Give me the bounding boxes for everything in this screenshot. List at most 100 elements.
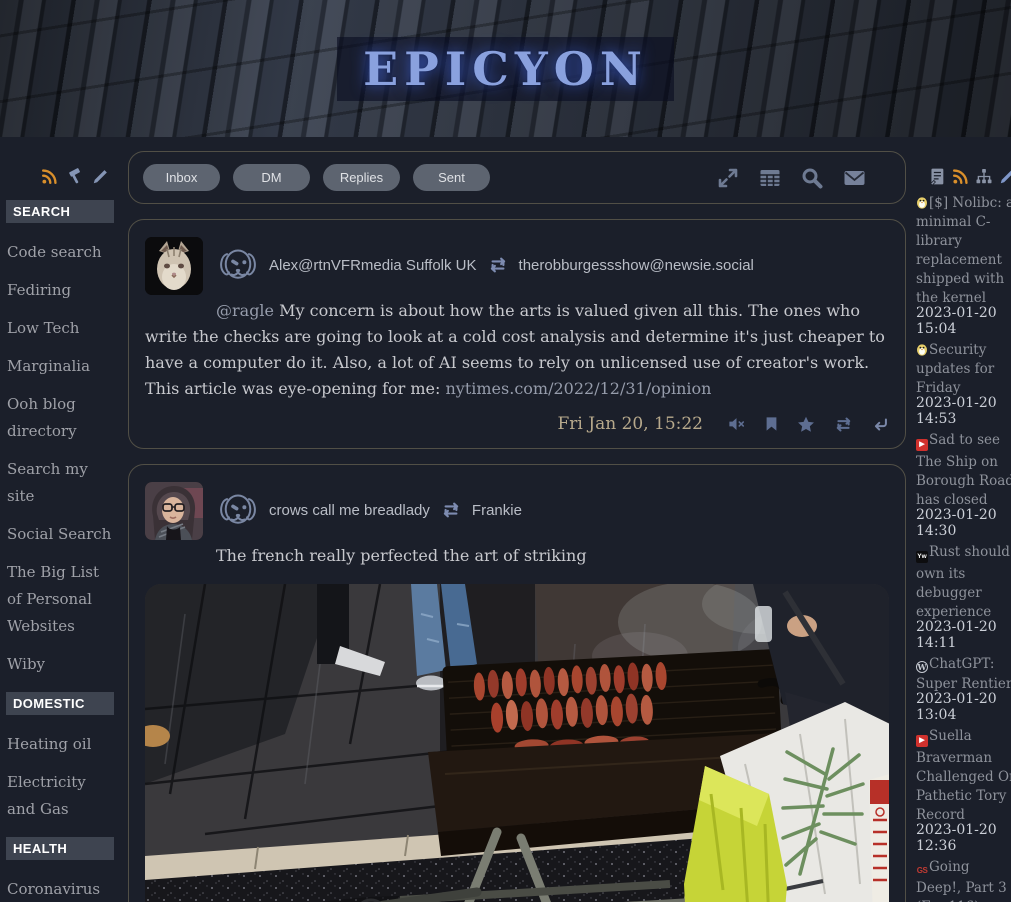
post-1-external-link[interactable]: nytimes.com/2022/12/31/opinion: [445, 379, 711, 398]
sidebar-link-heating-oil[interactable]: Heating oil: [7, 731, 118, 758]
post-1-announced-handle[interactable]: therobburgessshow@newsie.social: [519, 257, 754, 274]
sidebar-link-social-search[interactable]: Social Search: [7, 521, 118, 548]
newswire-item-7[interactable]: GSGoing Deep!, Part 3 (Ep. 116) 2023-01-…: [916, 856, 1011, 902]
newswire-item-6[interactable]: ▶Suella Braverman Challenged On Pathetic…: [916, 725, 1011, 854]
site-title: EPICYON: [337, 37, 674, 101]
edit-newswire-icon[interactable]: [998, 167, 1011, 186]
sidebar-link-search-my-site[interactable]: Search my site: [7, 456, 118, 510]
content-columns: SEARCH Code search Fediring Low Tech Mar…: [0, 137, 1011, 902]
rss-feed-icon[interactable]: [951, 167, 970, 186]
post-2-text: The french really perfected the art of s…: [216, 546, 587, 565]
newswire-date: 2023-01-20: [916, 692, 1011, 708]
calendar-grid-icon[interactable]: [758, 166, 782, 190]
newswire-item-3[interactable]: ▶Sad to see The Ship on Borough Road has…: [916, 429, 1011, 539]
repeat-announce-icon: [487, 256, 509, 274]
newswire-time: 14:53: [916, 412, 1011, 428]
timeline-tabs: Inbox DM Replies Sent: [143, 164, 490, 191]
sidebar-link-coronavirus-statistics[interactable]: Coronavirus statistics: [7, 876, 118, 902]
tab-inbox[interactable]: Inbox: [143, 164, 220, 191]
gs-podcast-icon: GS: [916, 865, 928, 877]
mute-icon[interactable]: [727, 416, 746, 432]
photo-illustration: [145, 584, 889, 902]
newswire-date: 2023-01-20: [916, 620, 1011, 636]
newswire-item-2[interactable]: Security updates for Friday 2023-01-20 1…: [916, 339, 1011, 427]
repeat-boost-icon[interactable]: [833, 416, 854, 433]
epicyon-dog-icon: [216, 490, 260, 530]
sidebar-section-header-domestic: DOMESTIC: [6, 692, 114, 715]
newswire-title: [$] Nolibc: a minimal C-library replacem…: [916, 195, 1011, 306]
rss-feed-icon[interactable]: [40, 167, 59, 186]
expand-fullscreen-icon[interactable]: [716, 166, 740, 190]
lwn-penguin-icon: [916, 196, 928, 209]
wordpress-icon: W: [916, 661, 928, 673]
reply-icon[interactable]: [872, 417, 889, 432]
right-column: [$] Nolibc: a minimal C-library replacem…: [916, 151, 1011, 902]
avatar-alex[interactable]: [145, 237, 203, 295]
post-2-photo[interactable]: [145, 584, 889, 902]
post-2-header: crows call me breadlady Frankie: [216, 479, 889, 530]
sidebar-section-header-health: HEALTH: [6, 837, 114, 860]
tab-dm[interactable]: DM: [233, 164, 310, 191]
share-links-tree-icon[interactable]: [975, 167, 993, 186]
post-1-author[interactable]: Alex@rtnVFRmedia Suffolk UK: [269, 257, 477, 274]
newswire-date: 2023-01-20: [916, 823, 1011, 839]
edit-links-icon[interactable]: [91, 167, 110, 186]
newswire-date: 2023-01-20: [916, 306, 1011, 322]
sidebar-link-low-tech[interactable]: Low Tech: [7, 315, 118, 342]
sidebar-link-ooh-blog-directory[interactable]: Ooh blog directory: [7, 391, 118, 445]
search-icon[interactable]: [800, 166, 824, 190]
bookmark-icon[interactable]: [764, 416, 779, 432]
banner[interactable]: EPICYON: [0, 0, 1011, 137]
sidebar-link-wiby[interactable]: Wiby: [7, 651, 118, 678]
newswire-time: 15:04: [916, 322, 1011, 338]
repeat-announce-icon: [440, 501, 462, 519]
newswire-doc-icon[interactable]: [928, 167, 946, 186]
left-column: SEARCH Code search Fediring Low Tech Mar…: [6, 151, 118, 902]
timeline-header-icons: [716, 166, 867, 190]
lwn-penguin-icon: [916, 343, 928, 356]
post-1-timestamp: Fri Jan 20, 15:22: [558, 414, 704, 434]
epicyon-app: EPICYON SEARCH Code search Fediring Low …: [0, 0, 1011, 902]
post-1-footer: Fri Jan 20, 15:22: [145, 414, 889, 434]
post-1: Alex@rtnVFRmedia Suffolk UK therobburges…: [128, 219, 906, 449]
post-1-header: Alex@rtnVFRmedia Suffolk UK therobburges…: [216, 234, 889, 285]
newswire-title: Going Deep!, Part 3 (Ep. 116): [916, 859, 1007, 902]
newswire-list: [$] Nolibc: a minimal C-library replacem…: [916, 192, 1011, 902]
epicyon-dog-icon: [216, 245, 260, 285]
newswire-date: 2023-01-20: [916, 396, 1011, 412]
timeline-column: Inbox DM Replies Sent: [128, 151, 906, 902]
newswire-title: ChatGPT: Super Rentier: [916, 656, 1011, 692]
post-2-announced-handle[interactable]: Frankie: [472, 502, 522, 519]
post-2-author[interactable]: crows call me breadlady: [269, 502, 430, 519]
newswire-time: 12:36: [916, 839, 1011, 855]
post-1-body: @ragle My concern is about how the arts …: [145, 298, 889, 402]
tab-replies[interactable]: Replies: [323, 164, 400, 191]
newswire-time: 14:11: [916, 636, 1011, 652]
sidebar-link-big-list-personal-websites[interactable]: The Big List of Personal Websites: [7, 559, 118, 640]
sidebar-link-electricity-gas[interactable]: Electricity and Gas: [7, 769, 118, 823]
sidebar-section-header-search: SEARCH: [6, 200, 114, 223]
sidebar-link-fediring[interactable]: Fediring: [7, 277, 118, 304]
newswire-time: 13:04: [916, 708, 1011, 724]
newswire-item-5[interactable]: WChatGPT: Super Rentier 2023-01-20 13:04: [916, 653, 1011, 723]
yw-site-icon: Yw: [916, 551, 928, 563]
post-2: crows call me breadlady Frankie The fren…: [128, 464, 906, 902]
sidebar-link-code-search[interactable]: Code search: [7, 239, 118, 266]
post-2-body: The french really perfected the art of s…: [145, 543, 889, 569]
newswire-title: Sad to see The Ship on Borough Road has …: [916, 432, 1011, 508]
youtube-icon: ▶: [916, 735, 928, 747]
newswire-title: Suella Braverman Challenged On Pathetic …: [916, 728, 1011, 823]
tab-sent[interactable]: Sent: [413, 164, 490, 191]
hammer-icon[interactable]: [65, 167, 85, 186]
newswire-date: 2023-01-20: [916, 508, 1011, 524]
newswire-title: Rust should own its debugger experience: [916, 544, 1010, 620]
newswire-item-1[interactable]: [$] Nolibc: a minimal C-library replacem…: [916, 192, 1011, 337]
avatar-breadlady[interactable]: [145, 482, 203, 540]
left-column-icons: [6, 167, 110, 186]
sidebar-link-marginalia[interactable]: Marginalia: [7, 353, 118, 380]
newswire-item-4[interactable]: YwRust should own its debugger experienc…: [916, 541, 1011, 651]
star-like-icon[interactable]: [797, 416, 815, 433]
right-column-icons: [916, 167, 1011, 186]
mention-link[interactable]: @ragle: [216, 301, 274, 320]
new-dm-envelope-icon[interactable]: [842, 167, 867, 189]
